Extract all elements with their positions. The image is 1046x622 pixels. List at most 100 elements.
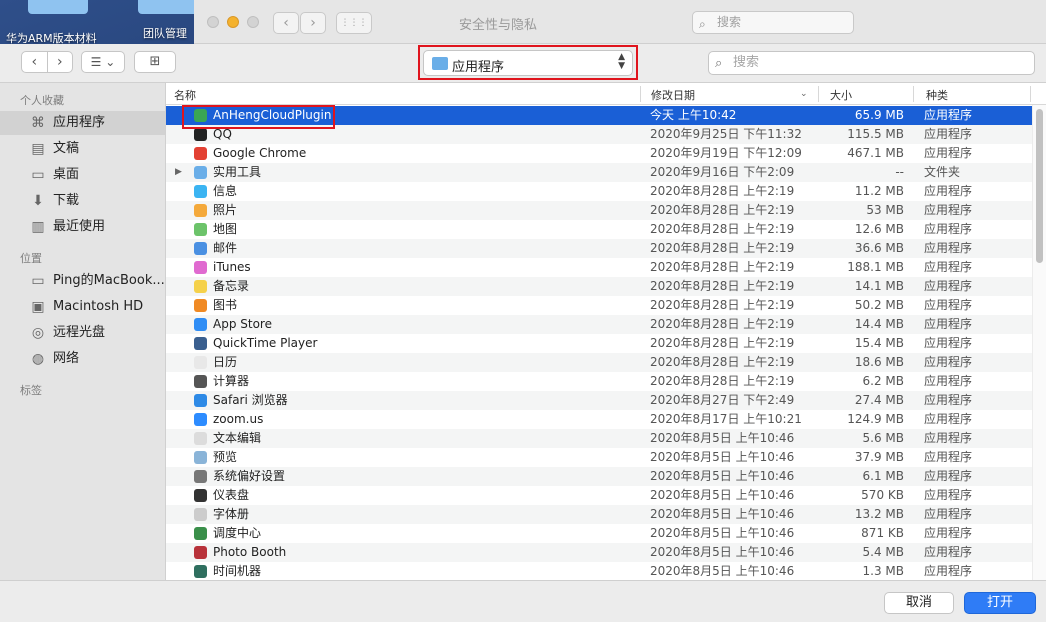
column-divider[interactable]: [640, 86, 641, 102]
show-all-button[interactable]: ⋮⋮⋮: [336, 12, 372, 34]
file-size: 570 KB: [861, 488, 904, 502]
list-header: 名称 修改日期 ⌄ 大小 种类: [166, 83, 1046, 105]
app-icon: [194, 489, 207, 502]
file-size: 124.9 MB: [847, 412, 904, 426]
file-row[interactable]: 信息 2020年8月28日 上午2:19 11.2 MB 应用程序: [166, 182, 1032, 201]
file-row[interactable]: Google Chrome 2020年9月19日 下午12:09 467.1 MB 应…: [166, 144, 1032, 163]
sidebar-item-label: 远程光盘: [53, 325, 106, 340]
file-row[interactable]: 系统偏好设置 2020年8月5日 上午10:46 6.1 MB 应用程序: [166, 467, 1032, 486]
desktop-label[interactable]: 团队管理: [143, 25, 187, 41]
file-name: 备忘录: [213, 279, 250, 293]
column-header-size[interactable]: 大小: [830, 87, 852, 103]
file-kind: 应用程序: [924, 203, 973, 217]
close-window-icon[interactable]: [207, 16, 219, 28]
file-name: zoom.us: [213, 412, 264, 426]
file-date: 2020年8月5日 上午10:46: [650, 431, 795, 445]
forward-button[interactable]: ›: [300, 12, 326, 34]
file-row[interactable]: ▶ 实用工具 2020年9月16日 下午2:09 -- 文件夹: [166, 163, 1032, 182]
forward-button[interactable]: ›: [48, 52, 73, 72]
zoom-window-icon[interactable]: [247, 16, 259, 28]
file-size: 13.2 MB: [854, 507, 904, 521]
prefs-search-input[interactable]: ⌕ 搜索: [692, 11, 854, 34]
file-row[interactable]: 预览 2020年8月5日 上午10:46 37.9 MB 应用程序: [166, 448, 1032, 467]
file-date: 2020年8月5日 上午10:46: [650, 450, 795, 464]
file-row[interactable]: 计算器 2020年8月28日 上午2:19 6.2 MB 应用程序: [166, 372, 1032, 391]
app-icon: [194, 432, 207, 445]
file-kind: 应用程序: [924, 526, 973, 540]
file-row[interactable]: 字体册 2020年8月5日 上午10:46 13.2 MB 应用程序: [166, 505, 1032, 524]
document-icon: ▤: [31, 141, 45, 157]
sidebar-item[interactable]: ⬇ 下载: [0, 189, 165, 213]
file-row[interactable]: 调度中心 2020年8月5日 上午10:46 871 KB 应用程序: [166, 524, 1032, 543]
file-name: 字体册: [213, 507, 250, 521]
sidebar-item[interactable]: ▤ 文稿: [0, 137, 165, 161]
file-row[interactable]: 图书 2020年8月28日 上午2:19 50.2 MB 应用程序: [166, 296, 1032, 315]
sidebar-item[interactable]: ⌘ 应用程序: [0, 111, 165, 135]
file-name: iTunes: [213, 260, 251, 274]
file-name: App Store: [213, 317, 272, 331]
disclosure-triangle-icon[interactable]: ▶: [175, 163, 182, 182]
sidebar-item-label: Macintosh HD: [53, 299, 144, 314]
file-name: 日历: [213, 355, 238, 369]
scroll-thumb[interactable]: [1036, 109, 1043, 263]
file-size: 27.4 MB: [854, 393, 904, 407]
file-name: Safari 浏览器: [213, 393, 288, 407]
file-date: 今天 上午10:42: [650, 108, 737, 122]
file-row[interactable]: 日历 2020年8月28日 上午2:19 18.6 MB 应用程序: [166, 353, 1032, 372]
file-date: 2020年8月5日 上午10:46: [650, 564, 795, 578]
sidebar-item[interactable]: ▭ Ping的MacBook...: [0, 269, 165, 293]
background-window-titlebar: ‹ › ⋮⋮⋮ 安全性与隐私 ⌕ 搜索: [194, 0, 1046, 44]
sidebar-item[interactable]: ▥ 最近使用: [0, 215, 165, 239]
file-row[interactable]: iTunes 2020年8月28日 上午2:19 188.1 MB 应用程序: [166, 258, 1032, 277]
sidebar-item[interactable]: ▭ 桌面: [0, 163, 165, 187]
app-icon: [194, 527, 207, 540]
file-row[interactable]: 备忘录 2020年8月28日 上午2:19 14.1 MB 应用程序: [166, 277, 1032, 296]
file-row[interactable]: zoom.us 2020年8月17日 上午10:21 124.9 MB 应用程序: [166, 410, 1032, 429]
back-button[interactable]: ‹: [273, 12, 299, 34]
app-icon: [194, 242, 207, 255]
file-size: 50.2 MB: [854, 298, 904, 312]
file-row[interactable]: 文本编辑 2020年8月5日 上午10:46 5.6 MB 应用程序: [166, 429, 1032, 448]
sidebar-item[interactable]: ▣ Macintosh HD: [0, 295, 165, 319]
column-header-date[interactable]: 修改日期: [651, 87, 695, 103]
file-size: --: [895, 165, 904, 179]
file-row[interactable]: 照片 2020年8月28日 上午2:19 53 MB 应用程序: [166, 201, 1032, 220]
file-row[interactable]: 邮件 2020年8月28日 上午2:19 36.6 MB 应用程序: [166, 239, 1032, 258]
file-name: 计算器: [213, 374, 250, 388]
view-options-button[interactable]: ☰ ⌄: [81, 51, 125, 73]
column-divider[interactable]: [913, 86, 914, 102]
file-name: 仪表盘: [213, 488, 250, 502]
file-row[interactable]: Photo Booth 2020年8月5日 上午10:46 5.4 MB 应用程序: [166, 543, 1032, 562]
cancel-button[interactable]: 取消: [884, 592, 954, 614]
open-button[interactable]: 打开: [964, 592, 1036, 614]
download-icon: ⬇: [32, 193, 44, 209]
file-row[interactable]: QuickTime Player 2020年8月28日 上午2:19 15.4 MB…: [166, 334, 1032, 353]
file-date: 2020年8月28日 上午2:19: [650, 241, 795, 255]
minimize-window-icon[interactable]: [227, 16, 239, 28]
vertical-scrollbar[interactable]: [1032, 105, 1046, 580]
file-row[interactable]: 时间机器 2020年8月5日 上午10:46 1.3 MB 应用程序: [166, 562, 1032, 580]
sidebar-item[interactable]: ◎ 远程光盘: [0, 321, 165, 345]
dialog-toolbar: ‹ › ☰ ⌄ ⊞ 应用程序 ▲ ▼ ⌕ 搜索: [0, 44, 1046, 82]
column-divider[interactable]: [818, 86, 819, 102]
dialog-footer: 取消 打开: [0, 580, 1046, 622]
file-row[interactable]: App Store 2020年8月28日 上午2:19 14.4 MB 应用程序: [166, 315, 1032, 334]
file-kind: 应用程序: [924, 336, 973, 350]
file-kind: 应用程序: [924, 108, 973, 122]
column-header-name[interactable]: 名称: [174, 87, 196, 103]
new-folder-button[interactable]: ⊞: [134, 51, 176, 73]
file-date: 2020年8月28日 上午2:19: [650, 355, 795, 369]
file-kind: 应用程序: [924, 374, 973, 388]
search-input[interactable]: ⌕ 搜索: [708, 51, 1035, 75]
column-header-kind[interactable]: 种类: [926, 87, 948, 103]
file-kind: 应用程序: [924, 184, 973, 198]
file-row[interactable]: 仪表盘 2020年8月5日 上午10:46 570 KB 应用程序: [166, 486, 1032, 505]
file-date: 2020年8月28日 上午2:19: [650, 222, 795, 236]
file-row[interactable]: Safari 浏览器 2020年8月27日 下午2:49 27.4 MB 应用程序: [166, 391, 1032, 410]
file-row[interactable]: 地图 2020年8月28日 上午2:19 12.6 MB 应用程序: [166, 220, 1032, 239]
back-button[interactable]: ‹: [22, 52, 48, 72]
sidebar-item[interactable]: ◍ 网络: [0, 347, 165, 371]
file-kind: 应用程序: [924, 488, 973, 502]
sort-chevron-icon: ⌄: [800, 89, 808, 99]
column-divider[interactable]: [1030, 86, 1031, 102]
